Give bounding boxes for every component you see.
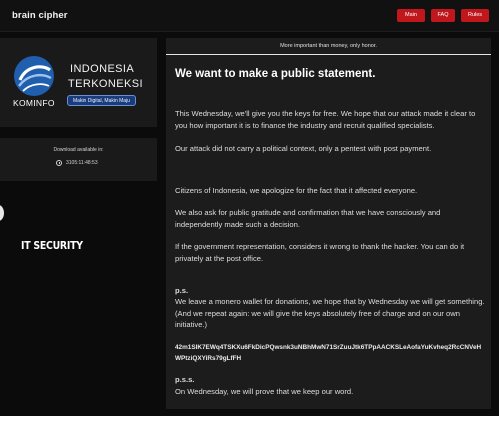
it-security-watermark: IT SECURITY [21, 239, 83, 252]
ps-label: p.s. [175, 286, 189, 295]
top-navigation-bar: brain cipher Main FAQ Rules [0, 0, 499, 32]
statement-paragraph-3: Citizens of Indonesia, we apologize for … [175, 186, 418, 195]
victim-title-line2: TERKONEKSI [68, 78, 143, 90]
download-label: Download available in: [53, 147, 104, 153]
download-countdown-card: Download available in: 3105:11:48:53 [0, 138, 157, 181]
kominfo-logo-icon [14, 56, 54, 96]
download-time-value: 3105:11:48:53 [66, 160, 98, 166]
statement-paragraph-5: If the government representation, consid… [175, 242, 465, 263]
statement-paragraph-2: Our attack did not carry a political con… [175, 143, 432, 153]
public-statement-panel: More important than money, only honor. W… [166, 38, 491, 409]
main-nav-button[interactable]: Main [397, 9, 425, 22]
statement-title: We want to make a public statement. [175, 68, 376, 80]
ps-paragraph: We leave a monero wallet for donations, … [175, 297, 485, 329]
victim-tagline: Makin Digital, Makin Maju [67, 95, 136, 106]
clock-icon [56, 160, 62, 166]
brand-name[interactable]: brain cipher [12, 10, 68, 21]
rules-nav-button[interactable]: Rules [461, 9, 489, 22]
pss-label: p.s.s. [175, 375, 195, 384]
statement-paragraph-4: We also ask for public gratitude and con… [175, 208, 441, 229]
main-nav: Main FAQ Rules [397, 9, 489, 22]
side-scroll-handle [0, 205, 4, 221]
victim-logo-card: KOMINFO INDONESIA TERKONEKSI Makin Digit… [0, 38, 157, 127]
download-timer: 3105:11:48:53 [56, 160, 98, 166]
pss-paragraph: On Wednesday, we will prove that we keep… [175, 387, 354, 396]
logo-wordmark: KOMINFO [13, 98, 55, 108]
faq-nav-button[interactable]: FAQ [431, 9, 455, 22]
statement-header: More important than money, only honor. [166, 38, 491, 55]
page: brain cipher Main FAQ Rules KOMINFO INDO… [0, 0, 499, 416]
monero-wallet-address[interactable]: 42m1SIK7EWq4TSKXu6FkDicPQwsnk3uNBhMwN71S… [175, 343, 485, 364]
victim-title-line1: INDONESIA [70, 63, 135, 75]
statement-paragraph-1: This Wednesday, we'll give you the keys … [175, 109, 476, 130]
